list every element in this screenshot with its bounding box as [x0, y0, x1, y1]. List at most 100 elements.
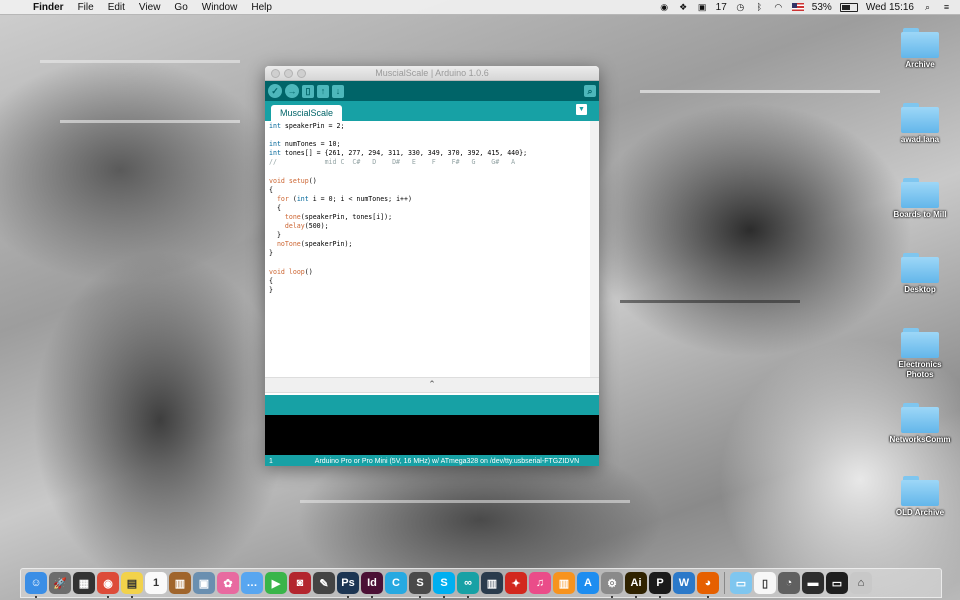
dock-facetime-icon[interactable]: ▶	[265, 572, 287, 594]
dock-grapher-icon[interactable]: ✎	[313, 572, 335, 594]
dock-trash-icon[interactable]: ⌂	[850, 572, 872, 594]
menu-help[interactable]: Help	[244, 2, 279, 13]
save-sketch-button[interactable]: ↓	[332, 84, 344, 98]
dock-finder-icon[interactable]: ☺	[25, 572, 47, 598]
battery-percent[interactable]: 53%	[812, 2, 832, 13]
code-line[interactable]: int tones[] = {261, 277, 294, 311, 330, …	[269, 149, 590, 158]
desktop-folder-archive[interactable]: Archive	[880, 28, 960, 70]
dock-sublime-text-icon[interactable]: S	[409, 572, 431, 598]
code-line[interactable]: void loop()	[269, 268, 590, 277]
code-line[interactable]: // mid C C# D D# E F F# G G# A	[269, 158, 590, 167]
menu-go[interactable]: Go	[167, 2, 194, 13]
menu-view[interactable]: View	[132, 2, 168, 13]
dock-system-preferences-icon[interactable]: ⚙	[601, 572, 623, 598]
code-line[interactable]: noTone(speakerPin);	[269, 240, 590, 249]
dock-stickies-icon[interactable]: ▤	[121, 572, 143, 598]
code-line[interactable]: {	[269, 186, 590, 195]
dock-applications-folder-icon[interactable]: ▭	[730, 572, 752, 594]
desktop-folder-awad-lana[interactable]: awad.lana	[880, 103, 960, 145]
upload-button[interactable]: →	[285, 84, 299, 98]
code-line[interactable]	[269, 131, 590, 140]
dock-illustrator-icon[interactable]: Ai	[625, 572, 647, 598]
desktop-icon-label: Boards to Mill	[893, 210, 947, 219]
tab-menu-icon[interactable]: ▼	[576, 104, 587, 115]
menu-window[interactable]: Window	[195, 2, 245, 13]
dock-indesign-icon[interactable]: Id	[361, 572, 383, 598]
code-line[interactable]: void setup()	[269, 177, 590, 186]
dock-word-icon[interactable]: W	[673, 572, 695, 594]
dock-photoshop-icon[interactable]: Ps	[337, 572, 359, 598]
running-indicator	[635, 596, 637, 598]
desktop-folder-old-archive[interactable]: OLD Archive	[880, 476, 960, 518]
dock-document-icon[interactable]: ▯	[754, 572, 776, 594]
dock-downloads-stack-icon[interactable]: ◔	[778, 572, 800, 594]
spotlight-search-icon[interactable]: ⌕	[922, 2, 933, 12]
menu-finder[interactable]: Finder	[26, 2, 71, 13]
dropbox-icon[interactable]: ❖	[678, 2, 689, 12]
adobe-icon[interactable]: ▣	[697, 2, 708, 12]
dock-screenshot-stack-icon[interactable]: ▬	[802, 572, 824, 594]
code-line[interactable]: }	[269, 231, 590, 240]
dock-ibooks-icon[interactable]: ▥	[553, 572, 575, 594]
location-icon[interactable]: ◉	[659, 2, 670, 12]
status-bar: 1 Arduino Pro or Pro Mini (5V, 16 MHz) w…	[265, 455, 599, 466]
verify-button[interactable]: ✓	[268, 84, 282, 98]
desktop-folder-desktop[interactable]: Desktop	[880, 253, 960, 295]
dock-chrome-icon[interactable]: ◉	[97, 572, 119, 598]
code-line[interactable]: delay(500);	[269, 222, 590, 231]
dock-messages-icon[interactable]: …	[241, 572, 263, 594]
dock-rosetta-icon[interactable]: ✦	[505, 572, 527, 594]
desktop-folder-networkscomm[interactable]: NetworksComm	[880, 403, 960, 445]
battery-icon[interactable]	[839, 2, 858, 12]
code-line[interactable]: int speakerPin = 2;	[269, 122, 590, 131]
dock-preview-icon[interactable]: ▣	[193, 572, 215, 594]
code-line[interactable]: }	[269, 249, 590, 258]
wallpaper-streak	[40, 60, 240, 63]
code-line[interactable]: }	[269, 286, 590, 295]
dock-notebook-icon[interactable]: ▥	[169, 572, 191, 594]
dock-arduino-icon[interactable]: ∞	[457, 572, 479, 598]
dock-calendar-icon[interactable]: 1	[145, 572, 167, 594]
new-sketch-button[interactable]: ▯	[302, 84, 314, 98]
arduino-toolbar: ✓ → ▯ ↑ ↓ ⌕	[265, 81, 599, 101]
code-line[interactable]	[269, 167, 590, 176]
dock-skype-icon[interactable]: S	[433, 572, 455, 598]
serial-monitor-button[interactable]: ⌕	[584, 85, 596, 97]
bluetooth-icon[interactable]: ᛒ	[754, 2, 765, 12]
dock-itunes-icon[interactable]: ♫	[529, 572, 551, 594]
code-line[interactable]: tone(speakerPin, tones[i]);	[269, 213, 590, 222]
dock-mission-control-icon[interactable]: ▦	[73, 572, 95, 594]
desktop-folder-boards-to-mill[interactable]: Boards to Mill	[880, 178, 960, 220]
dock-app-store-icon[interactable]: A	[577, 572, 599, 594]
code-line[interactable]	[269, 258, 590, 267]
time-machine-icon[interactable]: ◷	[735, 2, 746, 12]
dock-photo-booth-icon[interactable]: ◙	[289, 572, 311, 594]
window-titlebar[interactable]: MuscialScale | Arduino 1.0.6	[265, 66, 599, 81]
wifi-icon[interactable]: ◠	[773, 2, 784, 12]
dock-codebox-icon[interactable]: C	[385, 572, 407, 594]
pane-divider-handle[interactable]: ⌃	[265, 377, 599, 393]
menu-edit[interactable]: Edit	[101, 2, 132, 13]
code-line[interactable]: {	[269, 204, 590, 213]
dock-photos-icon[interactable]: ✿	[217, 572, 239, 594]
code-token: int	[269, 140, 281, 149]
running-indicator	[371, 596, 373, 598]
code-editor[interactable]: int speakerPin = 2; int numTones = 10; int…	[265, 121, 599, 377]
dock-fritzing-icon[interactable]: ▥	[481, 572, 503, 594]
dock-monitor-stack-icon[interactable]: ▭	[826, 572, 848, 594]
desktop-folder-electronics-photos[interactable]: Electronics Photos	[880, 328, 960, 380]
dock-launchpad-icon[interactable]: 🚀	[49, 572, 71, 594]
notification-center-icon[interactable]: ≡	[941, 2, 952, 12]
menu-bar: Finder File Edit View Go Window Help ◉ ❖…	[0, 0, 960, 15]
code-line[interactable]: int numTones = 10;	[269, 140, 590, 149]
code-line[interactable]: {	[269, 277, 590, 286]
dock-firefox-icon[interactable]: ◕	[697, 572, 719, 598]
input-source-flag-icon[interactable]	[791, 3, 804, 11]
clock[interactable]: Wed 15:16	[866, 2, 914, 13]
tab-sketch[interactable]: MuscialScale	[271, 105, 343, 121]
code-line[interactable]: for (int i = 0; i < numTones; i++)	[269, 195, 590, 204]
dock-pages-icon[interactable]: P	[649, 572, 671, 598]
menu-file[interactable]: File	[71, 2, 101, 13]
open-sketch-button[interactable]: ↑	[317, 84, 329, 98]
